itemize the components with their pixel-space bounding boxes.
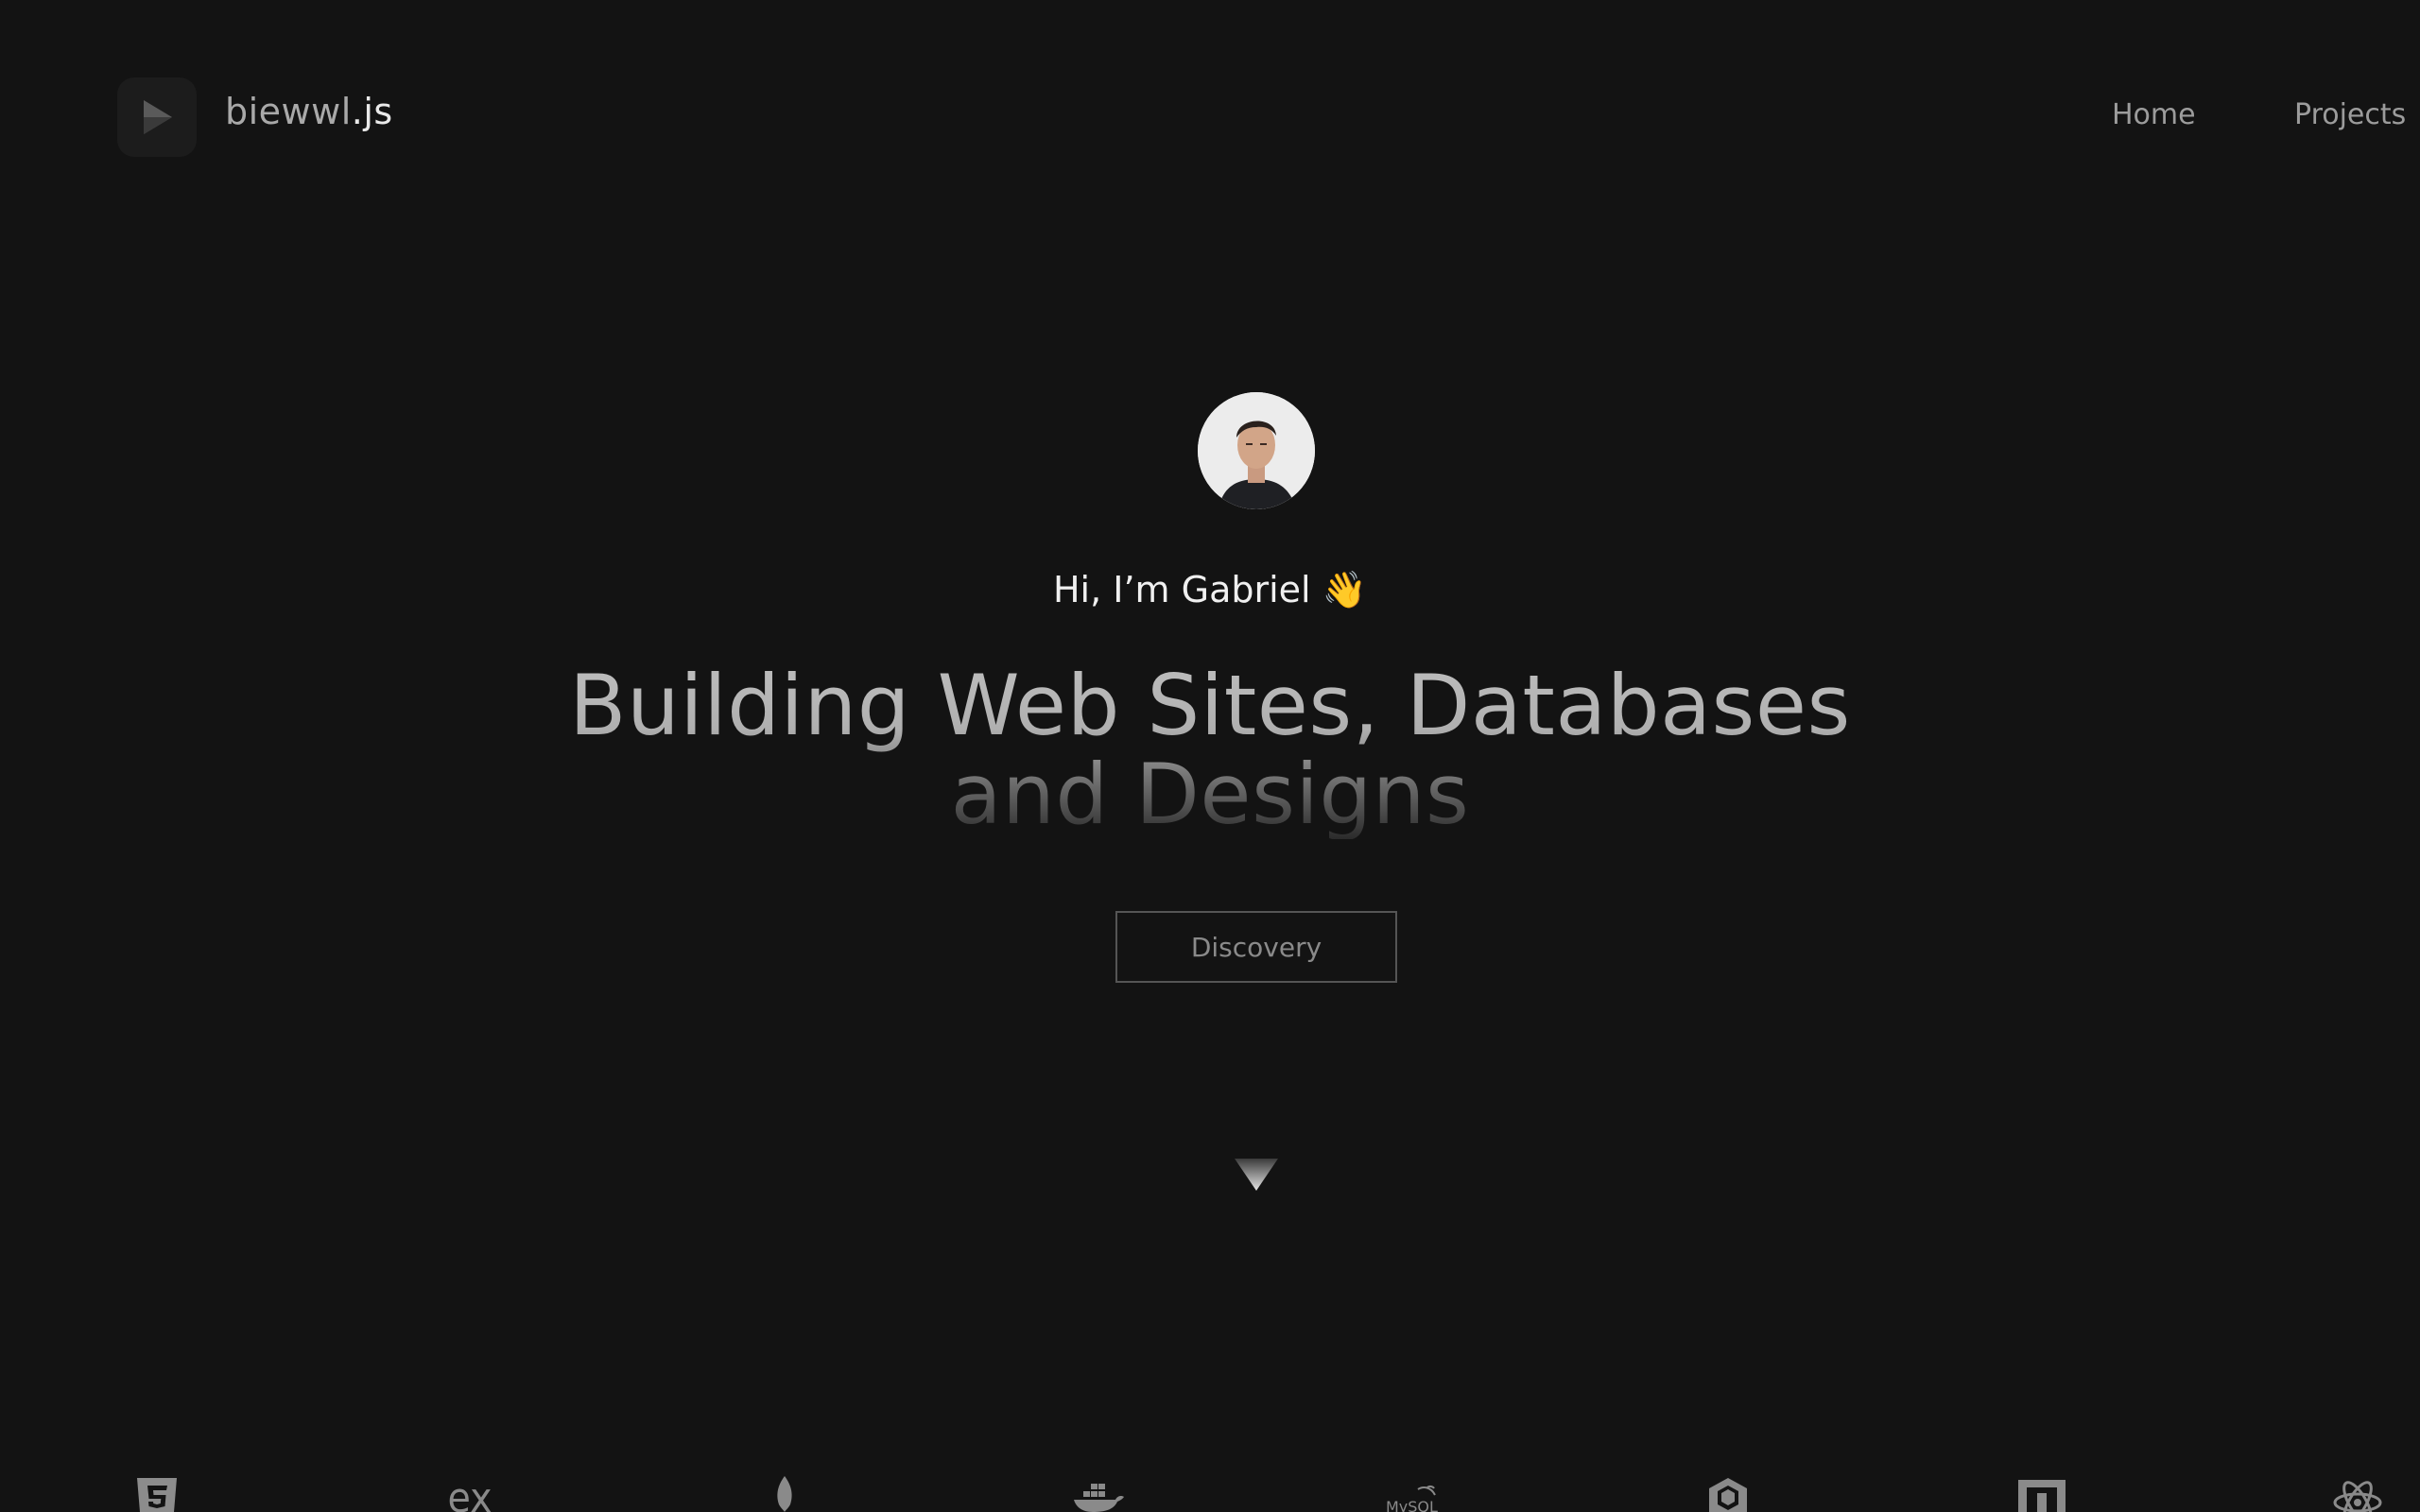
mongodb-icon	[766, 1474, 804, 1512]
express-icon-text: ex	[447, 1474, 492, 1512]
tech-stack-strip: ex MySQL	[0, 1474, 2420, 1512]
triangle-down-icon[interactable]	[1235, 1159, 1278, 1191]
brand-name-text: biewwl	[225, 91, 352, 132]
headline: Building Web Sites, Databases and Design…	[0, 662, 2420, 839]
greeting: Hi, I’m Gabriel 👋	[0, 569, 2420, 611]
nav-home-link[interactable]: Home	[2112, 98, 2196, 131]
discovery-button[interactable]: Discovery	[1115, 911, 1397, 983]
profile-photo	[1198, 392, 1315, 509]
docker-icon	[1070, 1474, 1127, 1512]
headline-line-2: and Designs	[950, 746, 1470, 843]
mysql-icon-text: MySQL	[1386, 1498, 1438, 1512]
page: biewwl.js Home Projects Hi, I’m Gabriel …	[0, 0, 2420, 1512]
play-icon	[144, 100, 172, 134]
headline-line-1: Building Web Sites, Databases	[569, 657, 1851, 754]
avatar	[1198, 392, 1315, 509]
brand-extension: .js	[351, 91, 393, 132]
npm-icon	[2017, 1474, 2066, 1512]
mysql-icon: MySQL	[1382, 1474, 1444, 1512]
waving-hand-icon: 👋	[1322, 569, 1368, 610]
greeting-text: Hi, I’m Gabriel	[1052, 569, 1311, 610]
html5-icon	[132, 1474, 182, 1512]
sequelize-icon	[1705, 1474, 1751, 1512]
express-icon: ex	[437, 1474, 503, 1512]
nav-projects-link[interactable]: Projects	[2294, 98, 2406, 131]
logo-button[interactable]	[117, 77, 197, 157]
brand-name[interactable]: biewwl.js	[225, 91, 393, 132]
react-icon	[2331, 1474, 2384, 1512]
